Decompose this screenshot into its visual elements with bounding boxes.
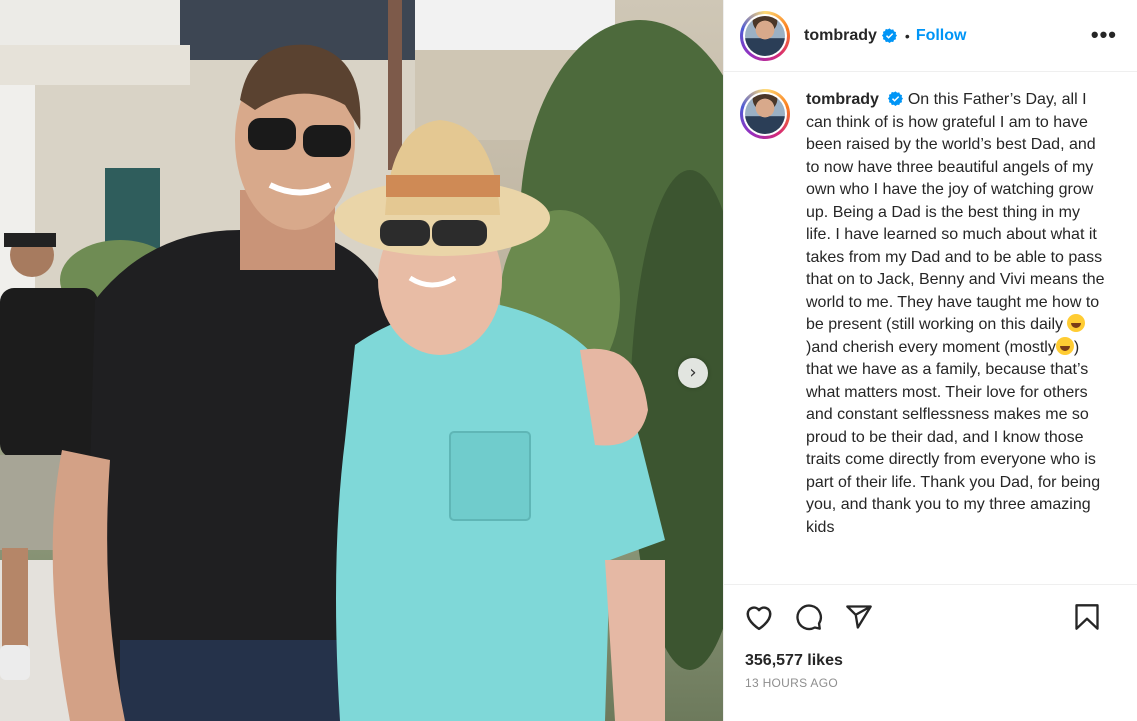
caption-part-1: On this Father’s Day, all I can think of…	[806, 91, 1105, 333]
grinning-sweat-emoji-icon	[1055, 336, 1074, 355]
verified-badge-icon	[881, 28, 897, 43]
verified-badge-icon	[888, 91, 904, 106]
next-photo-button[interactable]: ›	[678, 358, 708, 388]
post-photo[interactable]: ›	[0, 0, 723, 721]
comment-icon	[796, 604, 822, 631]
bookmark-icon	[1075, 604, 1099, 630]
share-button[interactable]	[844, 602, 874, 632]
heart-icon	[746, 606, 772, 631]
photo-illustration	[0, 0, 723, 721]
caption-avatar[interactable]	[740, 89, 790, 139]
post-side-panel: tombrady • Follow ••• tombrady On this F…	[723, 0, 1137, 721]
header-separator: •	[904, 27, 910, 44]
follow-button[interactable]: Follow	[916, 27, 967, 45]
caption-row: tombrady On this Father’s Day, all I can…	[740, 89, 1122, 539]
caption-scroll-area[interactable]: tombrady On this Father’s Day, all I can…	[724, 73, 1137, 583]
header-username[interactable]: tombrady	[804, 27, 877, 45]
caption-username[interactable]: tombrady	[806, 91, 879, 108]
rofl-emoji-icon	[1067, 314, 1086, 332]
avatar[interactable]	[740, 10, 790, 61]
caption-text: tombrady On this Father’s Day, all I can…	[806, 89, 1106, 539]
like-button[interactable]	[744, 602, 774, 632]
share-icon	[846, 605, 872, 629]
action-icons-row	[724, 585, 1137, 649]
more-horizontal-icon[interactable]: •••	[1091, 24, 1117, 46]
caption-part-2: )and cherish every moment (mostly	[806, 338, 1056, 356]
post-header: tombrady • Follow •••	[724, 0, 1137, 72]
post-timestamp[interactable]: 13 HOURS AGO	[724, 676, 1137, 690]
comment-button[interactable]	[794, 602, 824, 632]
caption-part-3: ) that we have as a family, because that…	[806, 338, 1101, 536]
chevron-right-icon: ›	[689, 362, 697, 383]
likes-count[interactable]: 356,577 likes	[724, 652, 1137, 670]
post-actions: 356,577 likes 13 HOURS AGO	[724, 584, 1137, 721]
save-button[interactable]	[1072, 602, 1102, 632]
